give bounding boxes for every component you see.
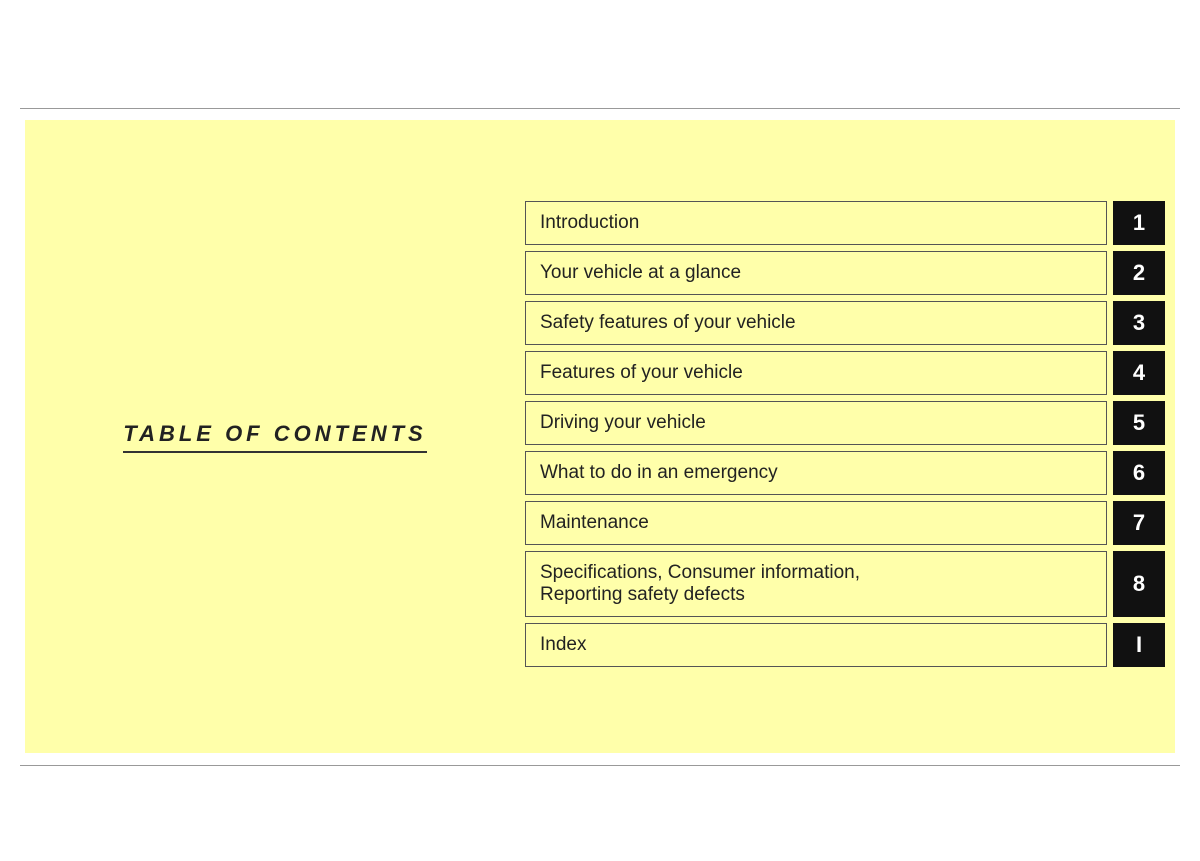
page-container: TABLE OF CONTENTS Introduction 1 Your ve… (0, 0, 1200, 861)
bottom-line (20, 765, 1180, 766)
toc-label-text-1: Introduction (540, 212, 639, 234)
yellow-box: TABLE OF CONTENTS Introduction 1 Your ve… (25, 120, 1175, 753)
toc-label-3[interactable]: Safety features of your vehicle (525, 301, 1107, 345)
toc-label-8[interactable]: Specifications, Consumer information, Re… (525, 551, 1107, 617)
toc-label-text-8-line1: Specifications, Consumer information, (540, 562, 860, 584)
left-section: TABLE OF CONTENTS (25, 401, 525, 473)
toc-row-7: Maintenance 7 (525, 501, 1165, 545)
toc-number-6: 6 (1113, 451, 1165, 495)
toc-label-text-4: Features of your vehicle (540, 362, 743, 384)
toc-label-text-5: Driving your vehicle (540, 412, 706, 434)
toc-number-8: 8 (1113, 551, 1165, 617)
toc-number-2: 2 (1113, 251, 1165, 295)
toc-row-3: Safety features of your vehicle 3 (525, 301, 1165, 345)
toc-label-5[interactable]: Driving your vehicle (525, 401, 1107, 445)
toc-title: TABLE OF CONTENTS (123, 421, 426, 453)
toc-label-1[interactable]: Introduction (525, 201, 1107, 245)
toc-number-5: 5 (1113, 401, 1165, 445)
toc-number-7: 7 (1113, 501, 1165, 545)
toc-row-6: What to do in an emergency 6 (525, 451, 1165, 495)
toc-label-2[interactable]: Your vehicle at a glance (525, 251, 1107, 295)
toc-label-6[interactable]: What to do in an emergency (525, 451, 1107, 495)
toc-number-4: 4 (1113, 351, 1165, 395)
toc-label-text-7: Maintenance (540, 512, 649, 534)
toc-label-text-2: Your vehicle at a glance (540, 262, 741, 284)
toc-number-9: I (1113, 623, 1165, 667)
toc-row-5: Driving your vehicle 5 (525, 401, 1165, 445)
toc-label-text-8-line2: Reporting safety defects (540, 584, 745, 606)
toc-label-text-3: Safety features of your vehicle (540, 312, 796, 334)
toc-list: Introduction 1 Your vehicle at a glance … (525, 183, 1165, 691)
toc-label-4[interactable]: Features of your vehicle (525, 351, 1107, 395)
top-line (20, 108, 1180, 109)
toc-number-3: 3 (1113, 301, 1165, 345)
toc-row-8: Specifications, Consumer information, Re… (525, 551, 1165, 617)
toc-row-4: Features of your vehicle 4 (525, 351, 1165, 395)
toc-label-text-6: What to do in an emergency (540, 462, 778, 484)
toc-label-9[interactable]: Index (525, 623, 1107, 667)
toc-row-2: Your vehicle at a glance 2 (525, 251, 1165, 295)
toc-row-1: Introduction 1 (525, 201, 1165, 245)
toc-row-9: Index I (525, 623, 1165, 667)
toc-number-1: 1 (1113, 201, 1165, 245)
toc-label-text-9: Index (540, 634, 586, 656)
toc-label-7[interactable]: Maintenance (525, 501, 1107, 545)
